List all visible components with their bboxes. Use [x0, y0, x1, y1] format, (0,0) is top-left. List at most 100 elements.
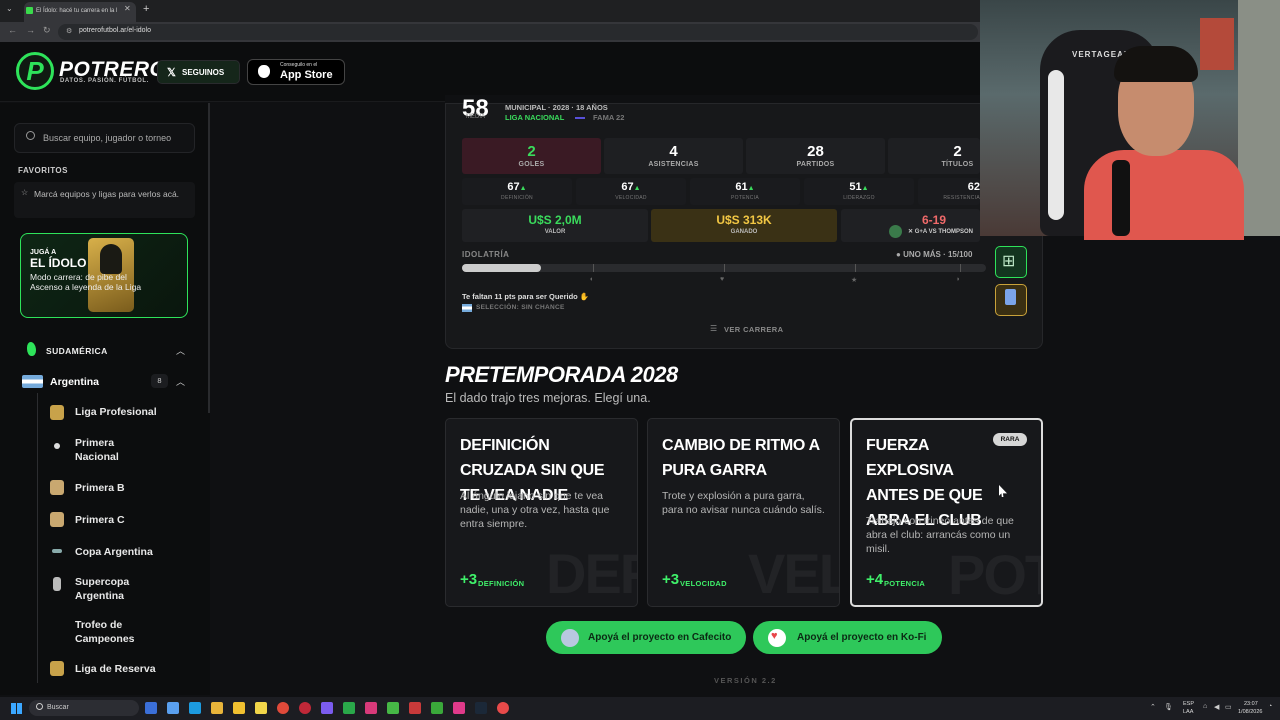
reload-icon[interactable]: ↻ — [43, 25, 51, 36]
edge-icon[interactable] — [189, 702, 201, 714]
league-label: Supercopa Argentina — [75, 576, 130, 602]
league-label: Copa Argentina — [75, 546, 153, 558]
sidebar-item-liga-profesional[interactable]: Liga Profesional — [50, 405, 190, 421]
league-label: Primera B — [75, 482, 125, 494]
stat-matches-label: PARTIDOS — [796, 161, 835, 168]
choice-stat: POTENCIA — [884, 579, 926, 588]
preseason-subtitle: El dado trajo tres mejoras. Elegí una. — [445, 391, 651, 405]
notification-icon[interactable]: ◔ — [1268, 703, 1272, 710]
media-icon[interactable] — [365, 702, 377, 714]
follow-label: SEGUINOS — [182, 68, 225, 77]
windows-start-icon[interactable] — [11, 703, 22, 714]
view-career-link[interactable]: VER CARRERA — [724, 325, 783, 334]
choice-watermark: DEF — [546, 542, 637, 605]
sidebar-item-trofeo-de-campeones[interactable]: Trofeo de Campeones — [50, 618, 190, 648]
attr-speed-label: VELOCIDAD — [615, 195, 647, 201]
chevron-up-icon[interactable]: ︿ — [176, 344, 185, 357]
idolatry-label: IDOLATRÍA — [462, 250, 510, 259]
browser-tab[interactable]: El Ídolo: hacé tu carrera en la l — [24, 2, 136, 22]
explorer-icon[interactable] — [211, 702, 223, 714]
tab-search-icon[interactable]: ⌄ — [6, 4, 13, 13]
stat-assists-label: ASISTENCIAS — [648, 161, 699, 168]
up-arrow-icon: ▲ — [633, 185, 641, 192]
milestone-tick — [593, 264, 594, 272]
choice-bonus: +4 — [866, 571, 884, 588]
back-icon[interactable]: ← — [8, 25, 17, 35]
volume-icon[interactable]: ◀ — [1214, 703, 1219, 711]
sidebar-item-primera-c[interactable]: Primera C — [50, 512, 190, 528]
market-value: U$S 2,0M — [528, 213, 582, 227]
cart-icon: ⊞ — [1002, 253, 1016, 270]
attr-speed-value: 67▲ — [621, 181, 641, 193]
forward-icon[interactable]: → — [26, 25, 35, 35]
url-text[interactable]: potrerofutbol.ar/el-idolo — [79, 27, 151, 34]
player-league: LIGA NACIONAL — [505, 113, 565, 122]
webcam-person-body — [1084, 150, 1244, 240]
upgrade-choice-definition[interactable]: DEF DEFINICIÓN CRUZADA SIN QUE TE VEA NA… — [445, 418, 638, 607]
country-argentina[interactable]: Argentina — [50, 376, 99, 388]
taskbar-search[interactable] — [29, 700, 139, 716]
search-icon — [26, 131, 35, 140]
opera-icon[interactable] — [299, 702, 311, 714]
taskbar-search-label: Buscar — [47, 704, 69, 711]
folder-icon[interactable] — [233, 702, 245, 714]
tray-chevron-icon[interactable]: ⌃ — [1150, 703, 1156, 711]
attr-leadership-value: 51▲ — [849, 181, 869, 193]
widgets-icon[interactable] — [167, 702, 179, 714]
chrome-icon[interactable] — [277, 702, 289, 714]
new-tab-icon[interactable]: + — [143, 3, 149, 15]
sidebar-item-liga-de-reserva[interactable]: Liga de Reserva — [50, 661, 190, 677]
liga-profesional-icon — [50, 405, 64, 420]
url-field[interactable] — [58, 24, 978, 40]
language-label[interactable]: ESP — [1183, 701, 1194, 707]
milestone-icon: ◖ — [589, 276, 594, 283]
webcam-shelf — [1238, 0, 1280, 236]
play-icon[interactable] — [387, 702, 399, 714]
discord-icon[interactable] — [321, 702, 333, 714]
tree-line — [37, 393, 38, 683]
network-icon[interactable]: ⌂ — [1203, 703, 1207, 710]
stat-goals-value: 2 — [527, 143, 536, 160]
upgrade-choice-power[interactable]: POT FUERZA EXPLOSIVA ANTES DE QUE ABRA E… — [850, 418, 1043, 607]
choice-stat: VELOCIDAD — [680, 579, 727, 588]
choice-bonus: +3 — [662, 571, 680, 588]
sidebar-item-supercopa-argentina[interactable]: Supercopa Argentina — [50, 575, 190, 605]
clock-date[interactable]: 1/08/2026 — [1238, 709, 1262, 715]
chevron-up-icon[interactable]: ︿ — [176, 375, 185, 388]
heart-icon: ♥ — [771, 630, 778, 642]
obs-icon[interactable] — [497, 702, 509, 714]
sidebar-item-copa-argentina[interactable]: Copa Argentina — [50, 544, 190, 560]
primera-c-icon — [50, 512, 64, 527]
minecraft-icon[interactable] — [431, 702, 443, 714]
primera-b-icon — [50, 480, 64, 495]
webcam-poster — [1200, 18, 1234, 70]
app-icon[interactable] — [453, 702, 465, 714]
list-icon: ☰ — [710, 324, 718, 333]
choice-title: CAMBIO DE RITMO A PURA GARRA — [662, 437, 820, 479]
site-info-icon[interactable]: ⚙ — [66, 27, 72, 35]
taskview-icon[interactable] — [145, 702, 157, 714]
app-store-small-label: Conseguilo en el — [280, 62, 318, 68]
national-team-status: SELECCIÓN: SIN CHANCE — [476, 304, 565, 311]
country-count-badge: 8 — [151, 374, 168, 388]
steam-icon[interactable] — [475, 702, 487, 714]
attr-definition-value: 67▲ — [507, 181, 527, 193]
xbox-icon[interactable] — [343, 702, 355, 714]
app-store-label: App Store — [280, 69, 333, 81]
logo-icon[interactable]: P — [16, 52, 54, 90]
upgrade-choice-speed[interactable]: VEL CAMBIO DE RITMO A PURA GARRA Trote y… — [647, 418, 840, 607]
search-placeholder: Buscar equipo, jugador o torneo — [43, 133, 172, 143]
copa-argentina-icon — [52, 549, 62, 553]
mic-icon[interactable]: 🎙 — [1164, 703, 1173, 711]
region-sudamerica[interactable]: SUDAMÉRICA — [46, 346, 108, 356]
tab-close-icon[interactable]: ✕ — [124, 4, 131, 13]
clock-time[interactable]: 23:07 — [1244, 701, 1258, 707]
sidebar-item-primera-nacional[interactable]: Primera Nacional — [50, 436, 190, 466]
recorder-icon[interactable] — [409, 702, 421, 714]
sidebar-scrollbar[interactable] — [208, 103, 210, 413]
notes-icon[interactable] — [255, 702, 267, 714]
sidebar-item-primera-b[interactable]: Primera B — [50, 480, 190, 496]
keyboard-layout-label[interactable]: LAA — [1183, 709, 1193, 715]
league-label: Primera C — [75, 514, 125, 526]
battery-icon[interactable]: ▭ — [1225, 703, 1232, 711]
